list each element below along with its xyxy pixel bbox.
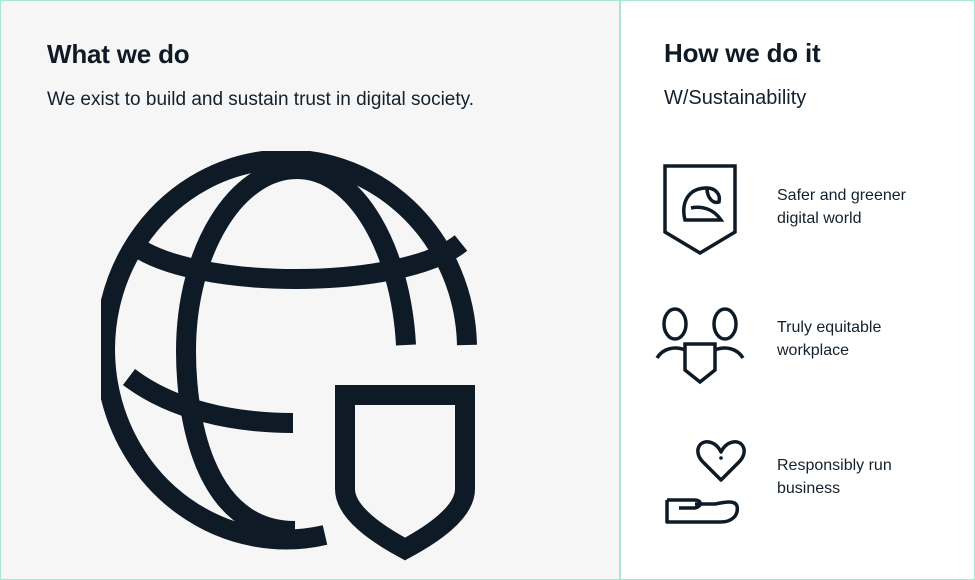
greener-world-label: Safer and greener digital world (777, 187, 906, 227)
globe-shield-icon (101, 151, 477, 561)
panel-divider (619, 0, 621, 580)
sustainability-item-responsible-business: Responsibly run business (655, 436, 955, 536)
hand-heart-icon (665, 440, 746, 524)
leaf-shield-icon (663, 164, 737, 255)
what-we-do-panel: What we do We exist to build and sustain… (1, 1, 619, 579)
how-we-do-it-heading: How we do it (664, 38, 821, 68)
what-we-do-description: We exist to build and sustain trust in d… (47, 89, 475, 110)
sustainability-item-equitable-workplace: Truly equitable workplace (655, 300, 955, 400)
people-shield-icon (655, 307, 745, 385)
sustainability-item-greener-world: Safer and greener digital world (655, 160, 955, 260)
equitable-workplace-label: Truly equitable workplace (777, 319, 882, 359)
responsible-business-label: Responsibly run business (777, 457, 892, 497)
sustainability-subheading: W/Sustainability (664, 87, 807, 109)
what-we-do-heading: What we do (47, 39, 190, 69)
